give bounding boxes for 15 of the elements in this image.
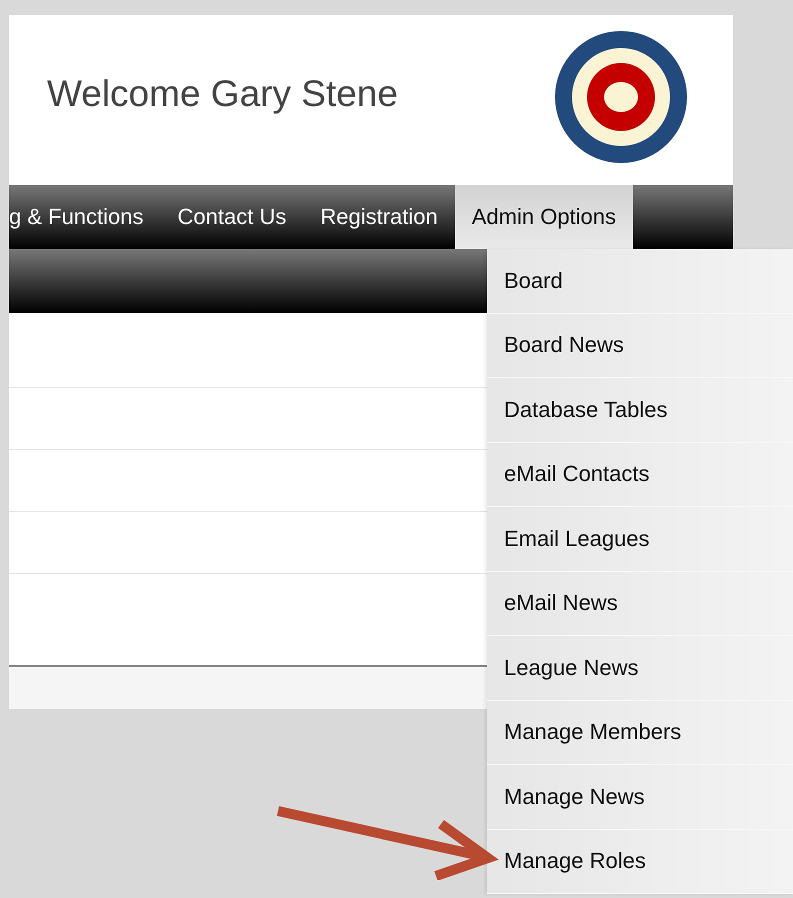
nav-tab[interactable]: g & Functions (9, 185, 161, 249)
menu-item[interactable]: eMail News (487, 572, 793, 636)
menu-item[interactable]: Board News (487, 314, 793, 378)
welcome-text: Welcome Gary Stene (47, 73, 398, 115)
menu-item[interactable]: Manage News (487, 765, 793, 830)
menu-item[interactable]: Board (487, 249, 793, 314)
nav-tab[interactable]: Contact Us (160, 185, 304, 249)
menu-item[interactable]: League News (487, 636, 793, 700)
menu-item[interactable]: Manage Members (487, 700, 793, 765)
nav-tab[interactable]: Registration (303, 185, 455, 249)
menu-item[interactable]: Manage Roles (487, 830, 793, 894)
menu-item[interactable]: Database Tables (487, 378, 793, 442)
menu-item[interactable]: Email Leagues (487, 507, 793, 572)
menu-item[interactable]: eMail Contacts (487, 442, 793, 507)
nav-tab[interactable]: Admin Options (454, 185, 634, 249)
